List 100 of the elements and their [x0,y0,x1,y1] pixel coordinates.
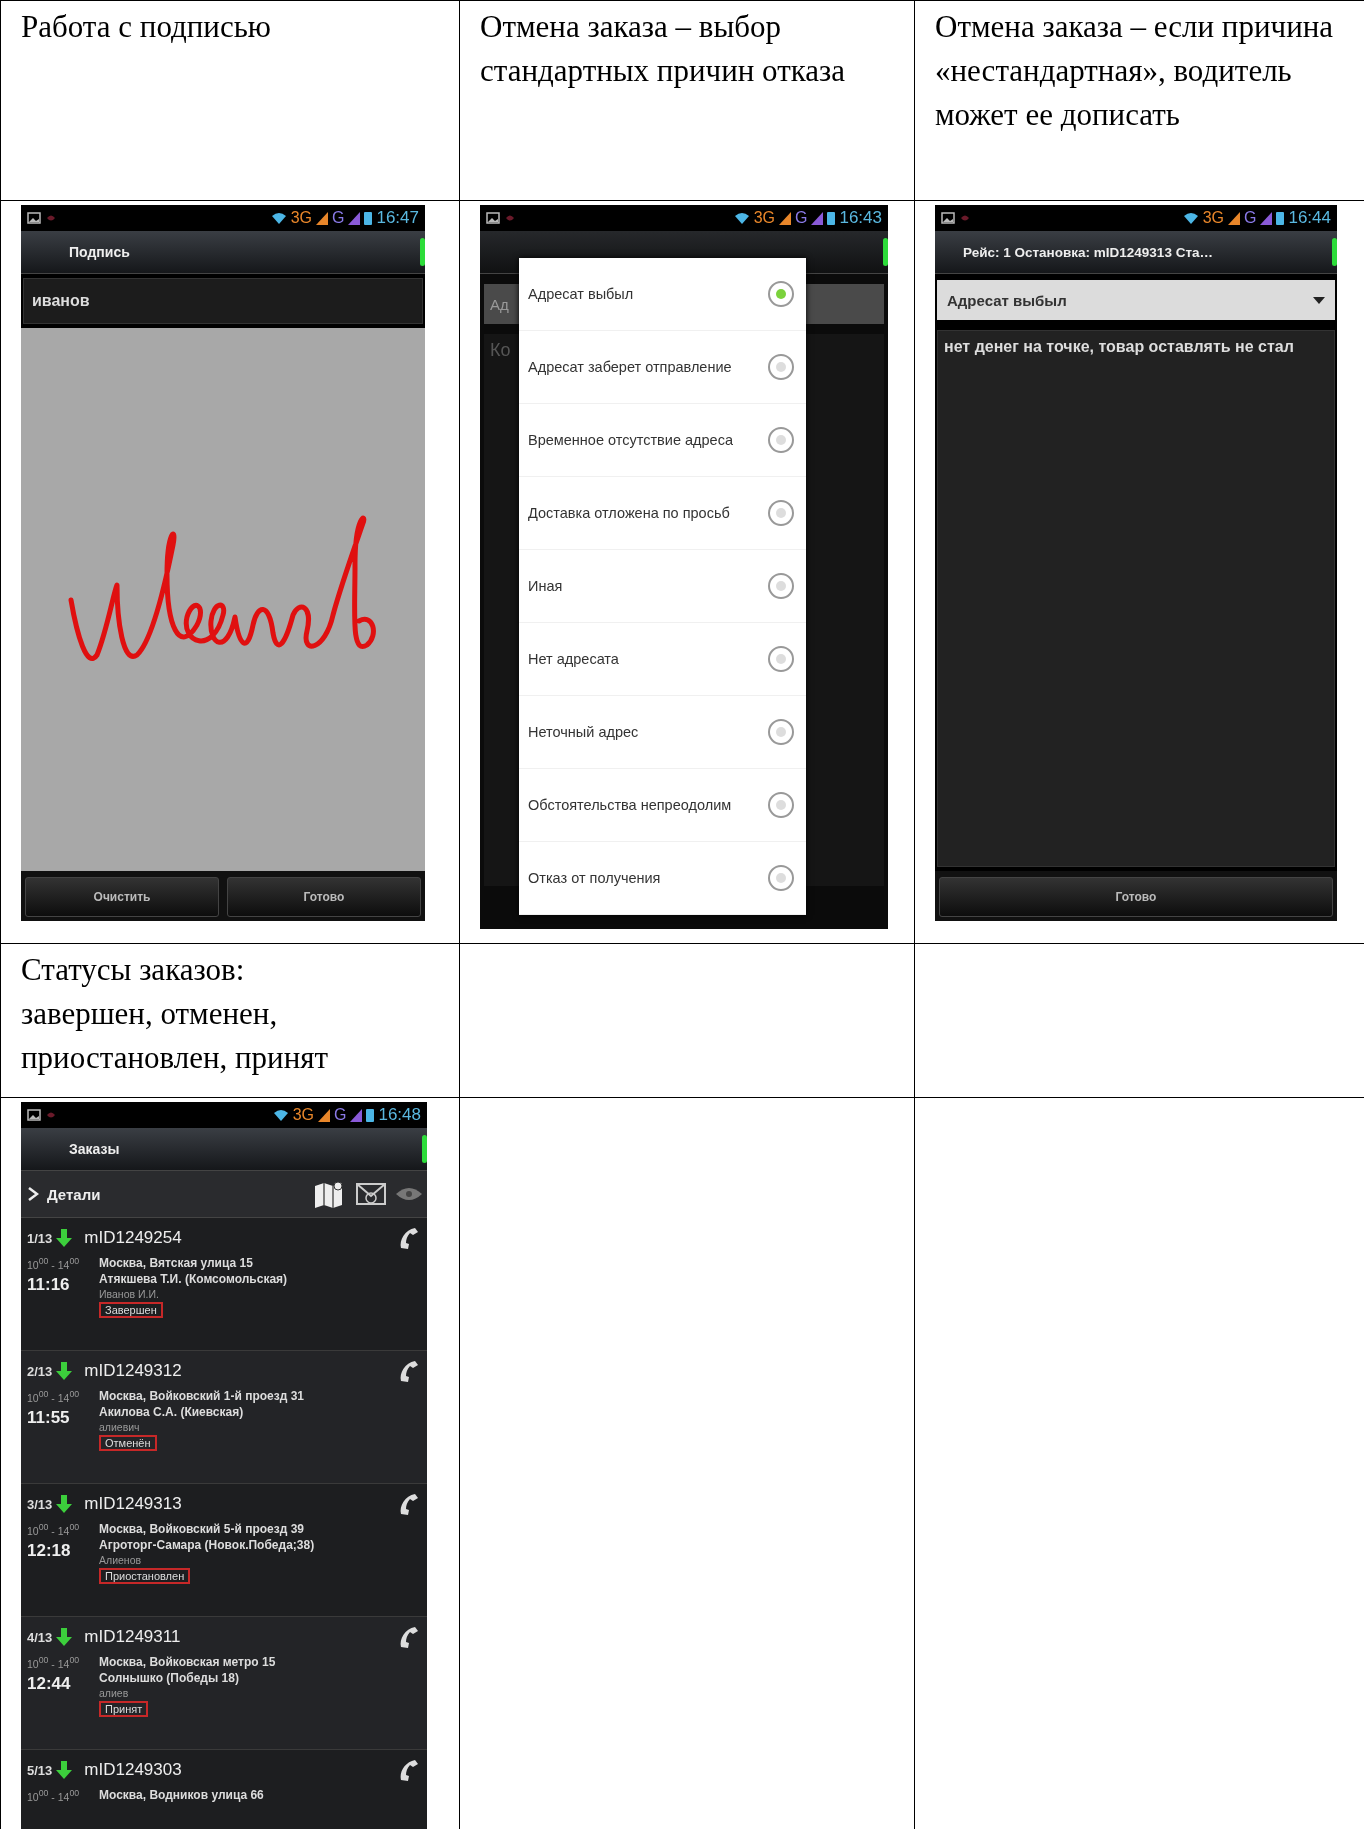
reason-option[interactable]: Неточный адрес [519,696,806,769]
network-label: G [334,1106,347,1124]
radio-button[interactable] [768,646,794,672]
details-link[interactable]: Детали [47,1185,101,1203]
chevron-right-icon[interactable] [27,1186,39,1202]
reason-option[interactable]: Адресат выбыл [519,258,806,331]
screen-title: Подпись [69,244,130,260]
network-label: G [795,209,808,227]
screen-title: Рейс: 1 Остановка: mID1249313 Ста… [963,244,1213,260]
clock-time: 16:48 [378,1105,421,1125]
picture-icon [27,1109,41,1121]
order-status: Отменён [99,1435,157,1451]
radio-button[interactable] [768,792,794,818]
signal-icon [318,1108,330,1122]
signal-icon [350,1108,363,1122]
wifi-icon [272,1109,289,1121]
reason-option[interactable]: Нет адресата [519,623,806,696]
table-cell-text: Статусы заказов: завершен, отменен, приостановлен, принят [21,951,330,1077]
down-arrow-icon [56,1362,73,1380]
order-id[interactable]: mID1249313 [84,1494,393,1514]
order-id[interactable]: mID1249312 [84,1361,393,1381]
signal-icon [348,211,361,225]
order-address: Москва, Вятская улица 15 [99,1256,253,1270]
contact-name: Иванов И.И. [99,1288,159,1300]
order-id[interactable]: mID1249303 [84,1760,393,1780]
status-light [1332,238,1337,266]
order-status: Завершен [99,1302,163,1318]
order-address: Москва, Войковский 5-й проезд 39 [99,1522,305,1536]
order-id[interactable]: mID1249311 [84,1627,393,1647]
signal-icon [811,211,824,225]
screen-button[interactable]: Готово [939,877,1333,917]
radio-button[interactable] [768,865,794,891]
signal-icon [1260,211,1273,225]
wifi-icon [270,212,287,224]
screen-button[interactable]: Очистить [25,877,219,917]
order-status: Приостановлен [99,1568,191,1584]
order-number: 4/13 [27,1629,53,1645]
contact-name: алиев [99,1687,129,1699]
delivery-window: 10$^{00}$ - 14$^{00}$ [27,1389,89,1404]
order-number: 1/13 [27,1230,53,1246]
table-cell-text: Работа с подписью [21,8,272,46]
down-arrow-icon [56,1229,73,1247]
status-light [420,238,425,266]
reason-option[interactable]: Доставка отложена по просьб [519,477,806,550]
reason-option[interactable]: Обстоятельства непреодолим [519,769,806,842]
comment-field[interactable]: нет денег на точке, товар оставлять не стал [937,330,1335,867]
order-address: Москва, Водников улица 66 [99,1788,264,1802]
notification-icon [45,1110,57,1120]
signature-canvas[interactable] [21,328,425,871]
arrival-time: 12:44 [27,1673,72,1694]
client-name: Солнышко (Победы 18) [99,1671,239,1685]
contact-name: алиевич [99,1421,140,1433]
network-label: G [1244,209,1257,227]
order-status: Принят [99,1701,149,1717]
reason-option[interactable]: Адресат заберет отправление [519,331,806,404]
reason-option[interactable]: Иная [519,550,806,623]
network-label: G [332,209,345,227]
battery-icon [827,211,836,225]
radio-button[interactable] [768,573,794,599]
status-light [883,238,888,266]
delivery-window: 10$^{00}$ - 14$^{00}$ [27,1256,89,1271]
battery-icon [364,211,373,225]
signal-icon [779,211,791,225]
reason-option[interactable]: Отказ от получения [519,842,806,915]
radio-button[interactable] [768,427,794,453]
name-field[interactable]: иванов [23,278,423,324]
picture-icon [27,212,41,224]
radio-button[interactable] [768,719,794,745]
wifi-icon [733,212,750,224]
table-cell-text: Отмена заказа – выбор стандартных причин отказа [480,8,847,90]
wifi-icon [1182,212,1199,224]
picture-icon [486,212,500,224]
order-address: Москва, Войковская метро 15 [99,1655,276,1669]
order-id[interactable]: mID1249254 [84,1228,393,1248]
order-number: 3/13 [27,1496,53,1512]
signal-icon [1228,211,1240,225]
picture-icon [941,212,955,224]
status-light [422,1135,427,1163]
clock-time: 16:47 [376,208,419,228]
reason-option[interactable]: Временное отсутствие адреса [519,404,806,477]
battery-icon [1276,211,1285,225]
radio-button[interactable] [768,354,794,380]
signal-icon [316,211,328,225]
delivery-window: 10$^{00}$ - 14$^{00}$ [27,1788,89,1803]
reason-dropdown[interactable]: Адресат выбыл [937,280,1335,320]
network-label: 3G [753,209,775,227]
clock-time: 16:44 [1288,208,1331,228]
down-arrow-icon [56,1628,73,1646]
network-label: 3G [290,209,312,227]
radio-button[interactable] [768,281,794,307]
order-address: Москва, Войковский 1-й проезд 31 [99,1389,305,1403]
network-label: 3G [1202,209,1224,227]
radio-button[interactable] [768,500,794,526]
notification-icon [504,213,516,223]
down-arrow-icon [56,1495,73,1513]
clock-time: 16:43 [839,208,882,228]
table-cell-text: Отмена заказа – если причина «нестандартная», водитель может ее дописать [935,8,1335,134]
envelope-icon[interactable] [355,1180,387,1208]
client-name: Атякшева Т.И. (Комсомольская) [99,1272,288,1286]
screen-button[interactable]: Готово [227,877,421,917]
